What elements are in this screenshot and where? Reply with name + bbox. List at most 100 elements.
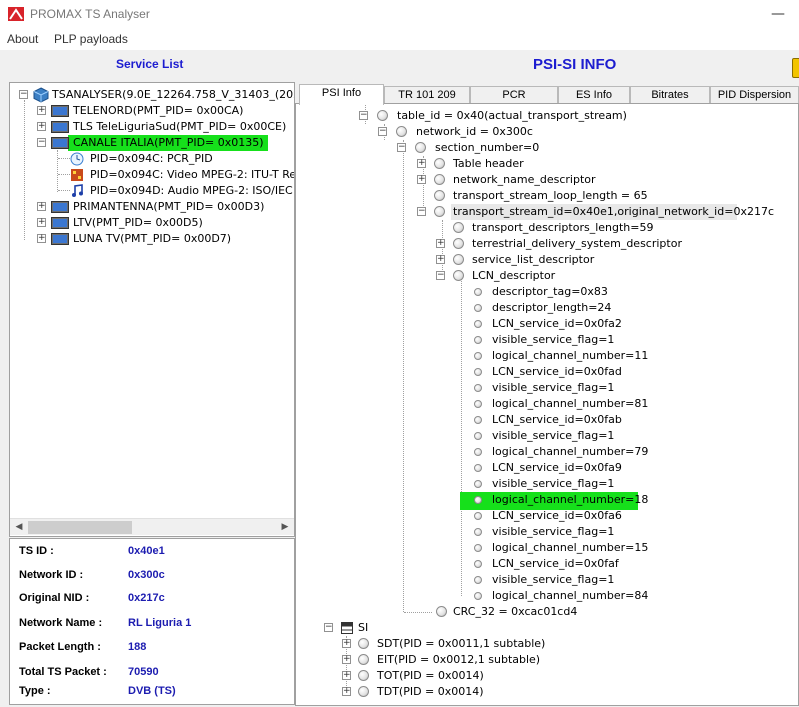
- tv-icon: [51, 105, 69, 117]
- psi-leaf-label: LCN_service_id=0x0fad: [492, 365, 622, 378]
- window-title: PROMAX TS Analyser: [30, 7, 150, 21]
- expand-icon[interactable]: +: [342, 671, 351, 680]
- psi-leaf-label: visible_service_flag=1: [492, 477, 615, 490]
- network-name-value: RL Liguria 1: [128, 617, 192, 629]
- leaf-circle-icon: [474, 304, 482, 312]
- video-icon: [71, 169, 83, 181]
- expand-icon[interactable]: +: [436, 239, 445, 248]
- tab-es-info[interactable]: ES Info: [558, 86, 630, 104]
- scrollbar-thumb[interactable]: [28, 521, 132, 534]
- minimize-icon[interactable]: —: [769, 6, 787, 22]
- psi-leaf-label: logical_channel_number=84: [492, 589, 649, 602]
- psi-leaf-label: LCN_service_id=0x0fa6: [492, 509, 622, 522]
- leaf-circle-icon: [474, 320, 482, 328]
- node-circle-icon: [358, 654, 369, 665]
- scroll-left-icon[interactable]: ◀: [12, 520, 26, 535]
- collapse-icon[interactable]: −: [417, 207, 426, 216]
- tab-bitrates[interactable]: Bitrates: [630, 86, 710, 104]
- leaf-circle-icon: [474, 352, 482, 360]
- horizontal-scrollbar[interactable]: ◀ ▶: [10, 518, 294, 535]
- tv-icon: [51, 233, 69, 245]
- yellow-indicator-icon: [792, 58, 799, 78]
- node-circle-icon: [396, 126, 407, 137]
- leaf-circle-icon: [474, 448, 482, 456]
- psi-si-header: PSI-SI INFO: [533, 56, 617, 73]
- leaf-circle-icon: [474, 368, 482, 376]
- pid-label: PID=0x094C: PCR_PID: [90, 152, 213, 165]
- menu-about[interactable]: About: [7, 32, 38, 46]
- tv-icon: [51, 201, 69, 213]
- collapse-icon[interactable]: −: [37, 138, 46, 147]
- total-ts-packet-value: 70590: [128, 666, 159, 678]
- tab-pid-dispersion[interactable]: PID Dispersion: [710, 86, 799, 104]
- expand-icon[interactable]: +: [37, 106, 46, 115]
- node-circle-icon: [453, 238, 464, 249]
- node-circle-icon: [434, 174, 445, 185]
- expand-icon[interactable]: +: [417, 159, 426, 168]
- leaf-circle-icon: [474, 416, 482, 424]
- leaf-circle-icon: [474, 336, 482, 344]
- psi-leaf-label: logical_channel_number=81: [492, 397, 649, 410]
- tab-psi-info[interactable]: PSI Info: [299, 84, 384, 105]
- si-table-label: TDT(PID = 0x0014): [377, 685, 484, 698]
- node-circle-icon: [358, 670, 369, 681]
- leaf-circle-icon: [474, 512, 482, 520]
- collapse-icon[interactable]: −: [324, 623, 333, 632]
- expand-icon[interactable]: +: [37, 234, 46, 243]
- node-circle-icon: [434, 190, 445, 201]
- collapse-icon[interactable]: −: [436, 271, 445, 280]
- tab-tr-101-209[interactable]: TR 101 209: [384, 86, 470, 104]
- psi-leaf-label: visible_service_flag=1: [492, 525, 615, 538]
- tv-icon: [51, 121, 69, 133]
- expand-icon[interactable]: +: [436, 255, 445, 264]
- expand-icon[interactable]: +: [342, 687, 351, 696]
- expand-icon[interactable]: +: [417, 175, 426, 184]
- type-label: Type :: [19, 685, 51, 697]
- menu-plp-payloads[interactable]: PLP payloads: [54, 32, 128, 46]
- collapse-icon[interactable]: −: [359, 111, 368, 120]
- expand-icon[interactable]: +: [342, 655, 351, 664]
- network-id-label: Network ID :: [19, 569, 84, 581]
- node-circle-icon: [453, 222, 464, 233]
- leaf-circle-icon: [474, 560, 482, 568]
- psi-node-label: transport_stream_id=0x40e1,original_netw…: [453, 205, 774, 218]
- tv-icon: [51, 137, 69, 149]
- leaf-circle-icon: [474, 496, 482, 504]
- leaf-circle-icon: [474, 288, 482, 296]
- service-tree[interactable]: − TSANALYSER(9.0E_12264.758_V_31403_(202…: [9, 82, 295, 537]
- service-label: TELENORD(PMT_PID= 0x00CA): [73, 104, 244, 117]
- psi-node-label: network_id = 0x300c: [416, 125, 533, 138]
- expand-icon[interactable]: +: [37, 202, 46, 211]
- leaf-circle-icon: [474, 432, 482, 440]
- psi-leaf-label: visible_service_flag=1: [492, 573, 615, 586]
- leaf-circle-icon: [474, 528, 482, 536]
- scroll-right-icon[interactable]: ▶: [278, 520, 292, 535]
- ts-id-value: 0x40e1: [128, 545, 165, 557]
- psi-node-label: table_id = 0x40(actual_transport_stream): [397, 109, 627, 122]
- service-list-header: Service List: [116, 57, 184, 71]
- original-nid-label: Original NID :: [19, 592, 90, 604]
- node-circle-icon: [358, 686, 369, 697]
- type-value: DVB (TS): [128, 685, 176, 697]
- tv-icon: [51, 217, 69, 229]
- pid-label: PID=0x094D: Audio MPEG-2: ISO/IEC 138: [90, 184, 295, 197]
- collapse-icon[interactable]: −: [397, 143, 406, 152]
- node-circle-icon: [415, 142, 426, 153]
- collapse-icon[interactable]: −: [19, 90, 28, 99]
- service-label: LTV(PMT_PID= 0x00D5): [73, 216, 203, 229]
- psi-node-label: transport_stream_loop_length = 65: [453, 189, 648, 202]
- node-circle-icon: [434, 206, 445, 217]
- expand-icon[interactable]: +: [37, 122, 46, 131]
- expand-icon[interactable]: +: [37, 218, 46, 227]
- collapse-icon[interactable]: −: [378, 127, 387, 136]
- expand-icon[interactable]: +: [342, 639, 351, 648]
- node-circle-icon: [453, 270, 464, 281]
- pid-label: PID=0x094C: Video MPEG-2: ITU-T Rec. H: [90, 168, 295, 181]
- node-circle-icon: [377, 110, 388, 121]
- psi-leaf-label: visible_service_flag=1: [492, 381, 615, 394]
- psi-tree[interactable]: − table_id = 0x40(actual_transport_strea…: [295, 103, 799, 706]
- leaf-circle-icon: [474, 400, 482, 408]
- tab-pcr[interactable]: PCR: [470, 86, 558, 104]
- node-circle-icon: [434, 158, 445, 169]
- psi-node-label: CRC_32 = 0xcac01cd4: [453, 605, 578, 618]
